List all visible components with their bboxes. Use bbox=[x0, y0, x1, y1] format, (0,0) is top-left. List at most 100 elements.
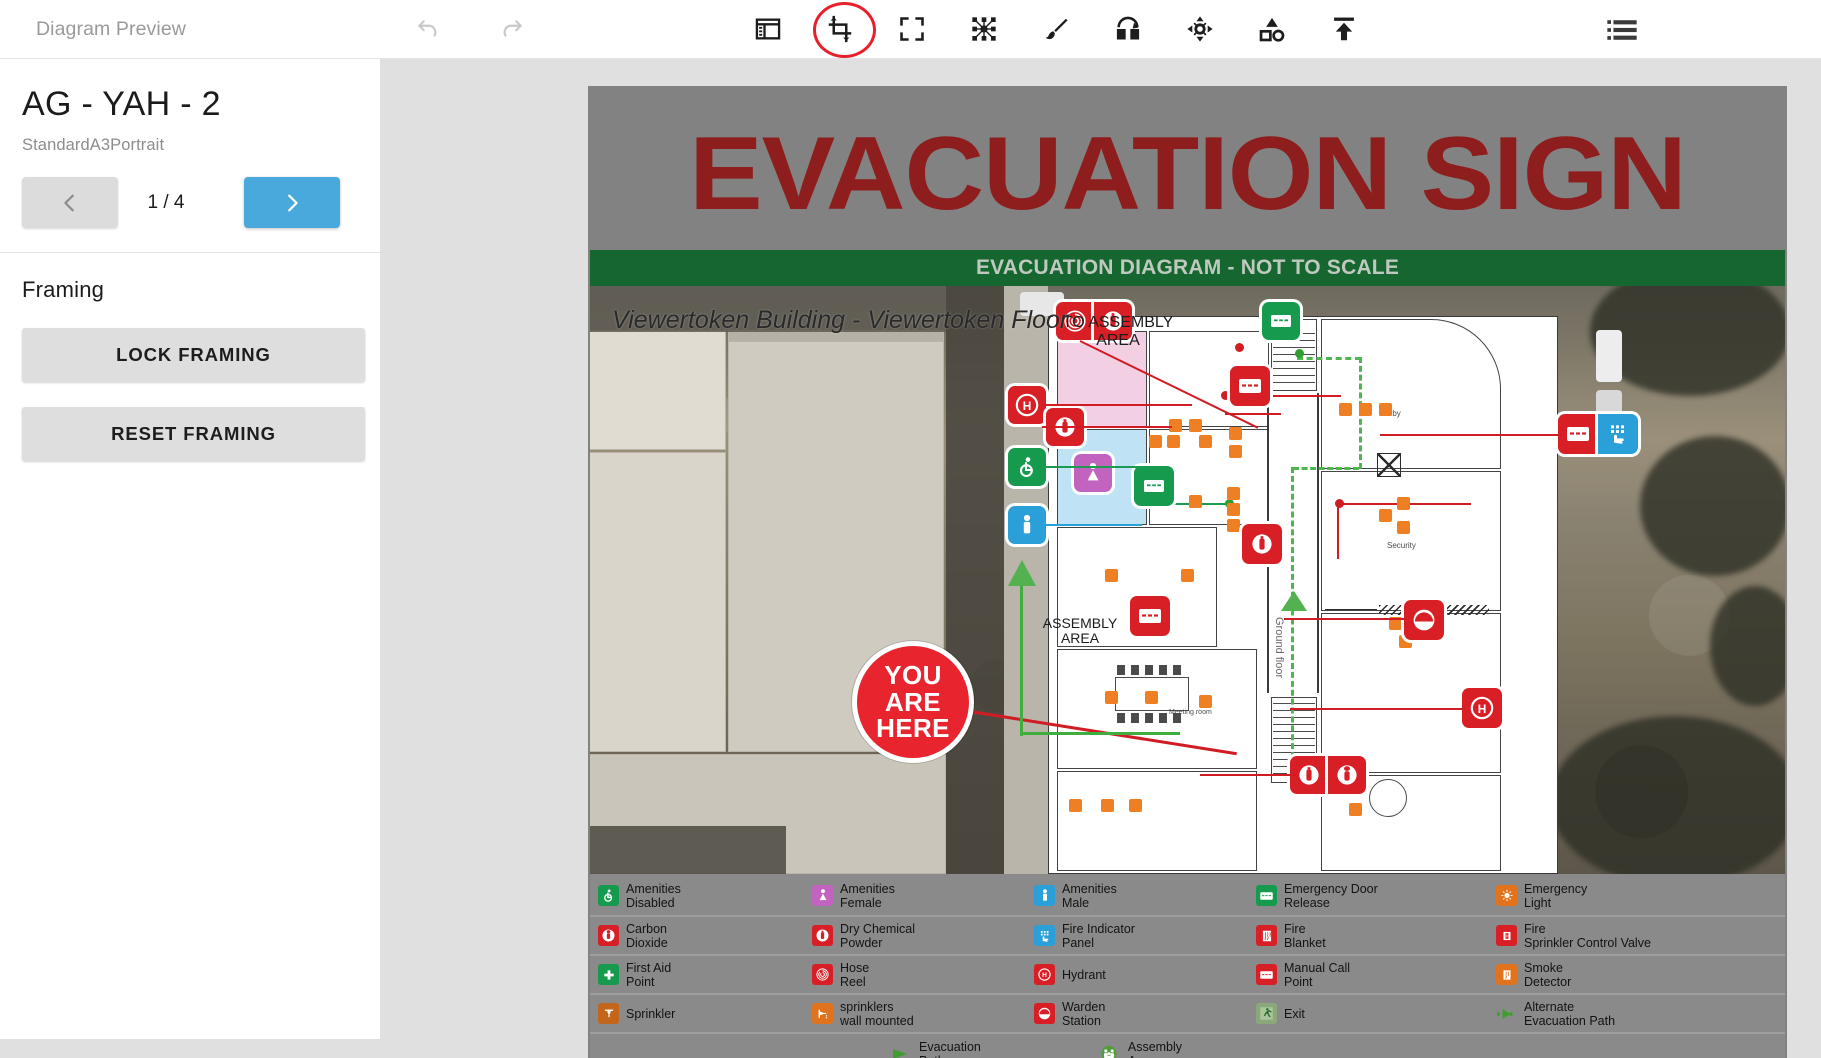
evacuation-route bbox=[1020, 732, 1180, 735]
marker-carbon-dioxide[interactable] bbox=[1328, 756, 1366, 794]
legend-label-line2: Reel bbox=[840, 975, 869, 989]
marker-hydrant[interactable]: H bbox=[1008, 386, 1046, 424]
marker-leader-line bbox=[1200, 774, 1296, 776]
marker-leader-line bbox=[1042, 404, 1192, 406]
marker-emergency-door-release[interactable] bbox=[1134, 466, 1174, 506]
page-navigator: 1 / 4 bbox=[22, 177, 358, 252]
legend-label-line1: Emergency bbox=[1524, 882, 1587, 896]
evacuation-path-line bbox=[1297, 357, 1361, 360]
page-counter: 1 / 4 bbox=[118, 192, 214, 214]
equipment-symbol bbox=[1199, 695, 1212, 708]
to-assembly-area-label: TO ASSEMBLY AREA bbox=[1058, 314, 1178, 350]
marker-manual-call-point[interactable] bbox=[1230, 366, 1270, 406]
marker-manual-call-point[interactable] bbox=[1130, 596, 1170, 636]
reset-framing-button[interactable]: RESET FRAMING bbox=[22, 407, 365, 461]
lock-framing-button[interactable]: LOCK FRAMING bbox=[22, 328, 365, 382]
equipment-symbol bbox=[1229, 445, 1242, 458]
legend-label-line1: Assembly bbox=[1128, 1040, 1182, 1054]
crop-transform-icon[interactable] bbox=[820, 9, 860, 49]
legend-item: sprinklers wall mounted bbox=[812, 1000, 1034, 1028]
evacuation-path-icon bbox=[890, 1044, 911, 1058]
stair-treads bbox=[1273, 333, 1315, 387]
page-title: Diagram Preview bbox=[0, 18, 381, 41]
legend-label-line2: Point bbox=[626, 975, 671, 989]
legend-label-line1: Exit bbox=[1284, 1007, 1305, 1021]
equipment-symbol bbox=[1397, 521, 1410, 534]
site-plan-image[interactable]: Lobby Security Ground floor Meeting room bbox=[590, 286, 1785, 874]
legend-label-line2: Evacuation Path bbox=[1524, 1014, 1615, 1028]
legend-label: Warden Station bbox=[1062, 1000, 1105, 1028]
scatter-points-icon[interactable] bbox=[964, 9, 1004, 49]
legend-label: Amenities Disabled bbox=[626, 882, 681, 910]
legend-item: First Aid Point bbox=[590, 961, 812, 989]
marker-fire-indicator-panel[interactable] bbox=[1598, 414, 1638, 454]
marker-emergency-door-release[interactable] bbox=[1262, 302, 1300, 340]
history-button-group bbox=[381, 8, 533, 50]
marker-amenities-female[interactable] bbox=[1074, 454, 1112, 492]
legend-label-line2: Sprinkler Control Valve bbox=[1524, 936, 1651, 950]
legend-item: Emergency Door Release bbox=[1256, 882, 1496, 910]
legend-label-line1: First Aid bbox=[626, 961, 671, 975]
legend-label-line2: Powder bbox=[840, 936, 915, 950]
legend-item: Hose Reel bbox=[812, 961, 1034, 989]
you-are-here-line3: HERE bbox=[876, 715, 950, 742]
hose-reel-icon bbox=[812, 964, 833, 985]
diagram-name: AG - YAH - 2 bbox=[22, 85, 358, 124]
amenities-female-icon bbox=[812, 885, 833, 906]
align-top-icon[interactable] bbox=[1324, 9, 1364, 49]
hydrant-icon: H bbox=[1034, 964, 1055, 985]
legend-label: Dry Chemical Powder bbox=[840, 922, 915, 950]
legend-item: Fire Sprinkler Control Valve bbox=[1496, 922, 1756, 950]
wall bbox=[1317, 393, 1319, 693]
framing-section: Framing LOCK FRAMING RESET FRAMING bbox=[0, 253, 380, 461]
marker-manual-call-point[interactable] bbox=[1558, 414, 1598, 454]
undo-icon[interactable] bbox=[407, 8, 449, 50]
legend-item: Carbon Dioxide bbox=[590, 922, 812, 950]
marker-fire-extinguisher[interactable] bbox=[1242, 524, 1282, 564]
building-caption: Viewertoken Building - Viewertoken Floor bbox=[612, 306, 1068, 335]
legend-label: Hose Reel bbox=[840, 961, 869, 989]
legend-label-line2: Release bbox=[1284, 896, 1378, 910]
diagram-banner: EVACUATION DIAGRAM - NOT TO SCALE bbox=[590, 250, 1785, 286]
marker-leader-line bbox=[1337, 505, 1339, 559]
smoke-detector-icon bbox=[1496, 964, 1517, 985]
legend-label: Exit bbox=[1284, 1007, 1305, 1021]
legend-item: Alternate Evacuation Path bbox=[1496, 1000, 1756, 1028]
layout-panel-icon[interactable] bbox=[748, 9, 788, 49]
lobby bbox=[1321, 319, 1501, 469]
legend-item: Amenities Disabled bbox=[590, 882, 812, 910]
equipment-symbol bbox=[1167, 435, 1180, 448]
first-aid-point-icon bbox=[598, 964, 619, 985]
marker-amenities-disabled[interactable] bbox=[1008, 448, 1046, 486]
marker-node bbox=[1221, 391, 1230, 400]
move-transform-icon[interactable] bbox=[1180, 9, 1220, 49]
previous-page-button[interactable] bbox=[22, 177, 118, 228]
legend-label-line2: Disabled bbox=[626, 896, 681, 910]
legend-label-line1: Amenities bbox=[840, 882, 895, 896]
legend-label-line1: Fire bbox=[1284, 922, 1326, 936]
flip-rotate-icon[interactable] bbox=[1108, 9, 1148, 49]
marker-warden-station[interactable] bbox=[1404, 600, 1444, 640]
legend-item: H Hydrant bbox=[1034, 964, 1256, 985]
legend-label-line2: Detector bbox=[1524, 975, 1571, 989]
fire-sprinkler-control-valve-icon bbox=[1496, 925, 1517, 946]
legend-label-line2: Female bbox=[840, 896, 895, 910]
list-options-icon[interactable] bbox=[1602, 12, 1642, 48]
shapes-icon[interactable] bbox=[1252, 9, 1292, 49]
marker-hydrant[interactable]: H bbox=[1462, 688, 1502, 728]
diagram-sheet[interactable]: EVACUATION SIGN EVACUATION DIAGRAM - NOT… bbox=[588, 86, 1787, 1058]
legend-label-line1: Dry Chemical bbox=[840, 922, 915, 936]
next-page-button[interactable] bbox=[244, 177, 340, 228]
assembly-area-icon bbox=[1099, 1044, 1120, 1058]
redo-icon[interactable] bbox=[491, 8, 533, 50]
legend-row: Carbon Dioxide Dry Chemical Powder bbox=[590, 915, 1785, 954]
canvas-area[interactable]: EVACUATION SIGN EVACUATION DIAGRAM - NOT… bbox=[382, 59, 1821, 1039]
equipment-symbol bbox=[1181, 569, 1194, 582]
equipment-symbol bbox=[1227, 519, 1240, 532]
equipment-symbol bbox=[1349, 803, 1362, 816]
brush-icon[interactable] bbox=[1036, 9, 1076, 49]
legend-label-line1: Evacuation bbox=[919, 1040, 981, 1054]
marker-leader-line bbox=[1380, 434, 1562, 436]
fit-frame-icon[interactable] bbox=[892, 9, 932, 49]
marker-amenities-male[interactable] bbox=[1008, 506, 1046, 544]
